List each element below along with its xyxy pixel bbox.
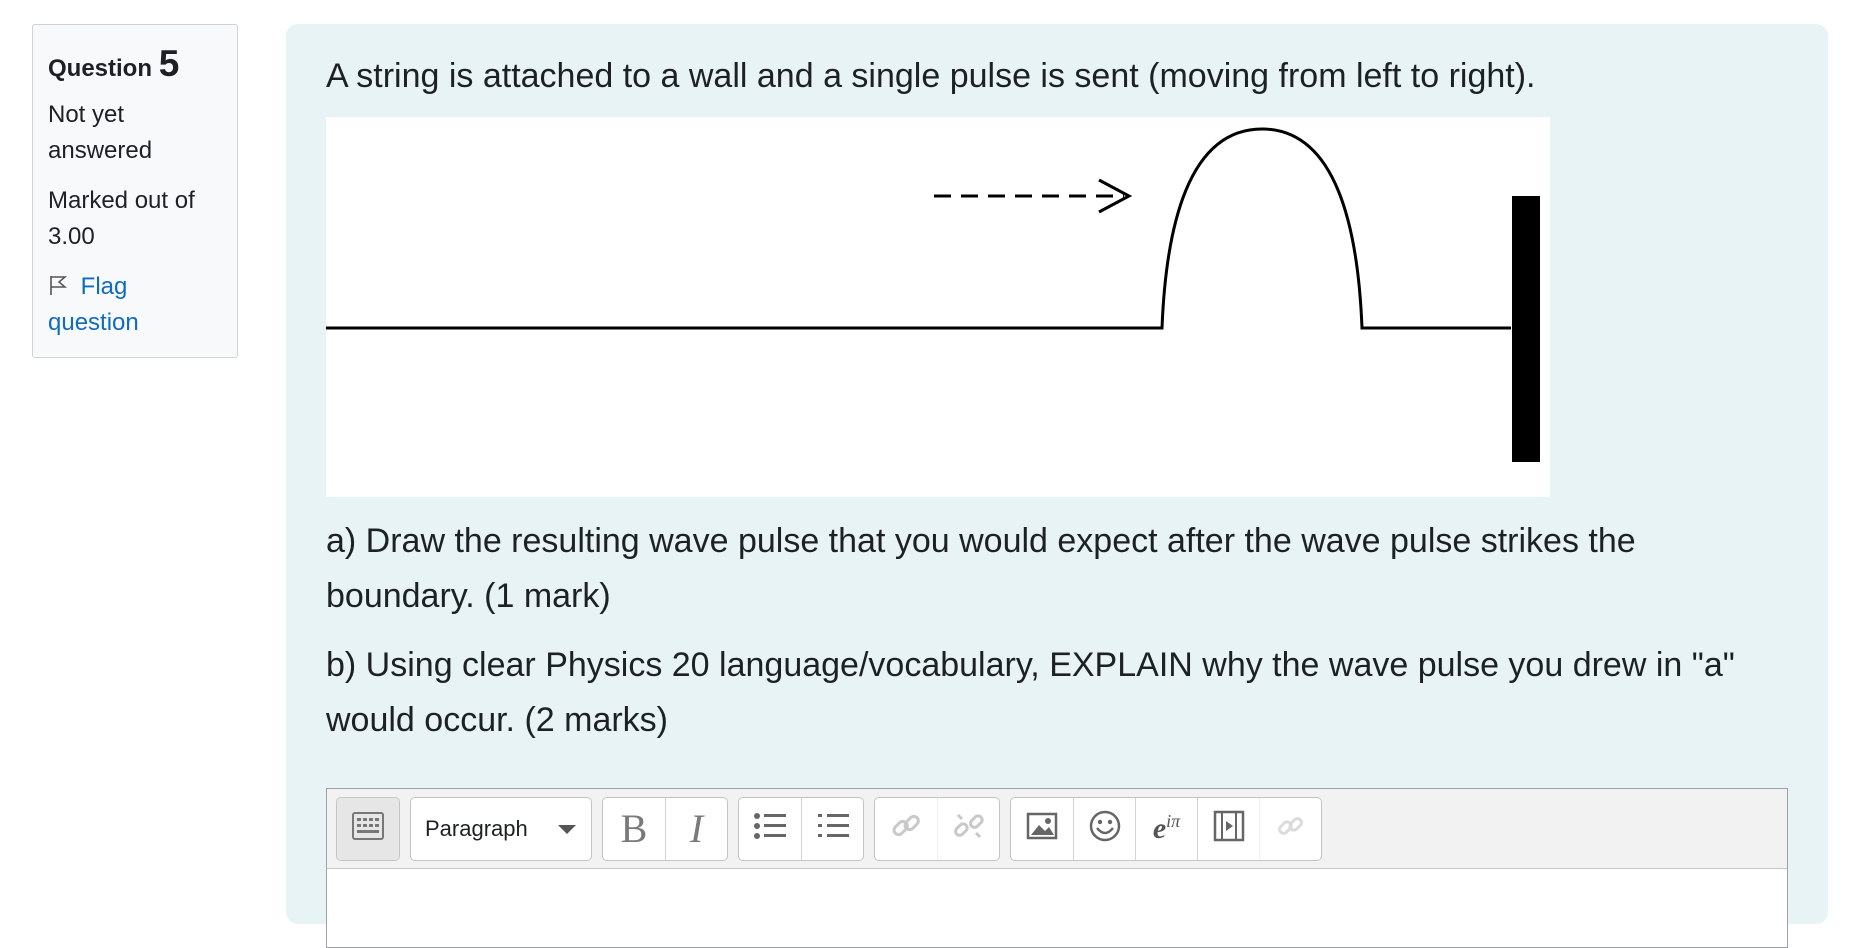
show-more-buttons-icon	[351, 811, 385, 846]
question-label: Question	[48, 55, 153, 82]
media-icon	[1213, 810, 1245, 847]
question-content: A string is attached to a wall and a sin…	[286, 24, 1828, 948]
unordered-list-button[interactable]	[739, 798, 801, 860]
paragraph-style-value: Paragraph	[425, 815, 528, 841]
link-button[interactable]	[875, 798, 937, 860]
flag-question-link[interactable]: Flag question	[48, 269, 222, 341]
paragraph-style-select[interactable]: Paragraph	[411, 798, 591, 860]
ordered-list-icon	[816, 811, 850, 846]
question-number-heading: Question 5	[48, 43, 222, 85]
toolbar-group-lists	[738, 796, 864, 861]
ordered-list-button[interactable]	[801, 797, 863, 860]
part-a-text: a) Draw the resulting wave pulse that yo…	[326, 522, 1636, 615]
question-info-panel: Question 5 Not yet answered Marked out o…	[32, 24, 238, 358]
unlink-button[interactable]	[937, 797, 999, 860]
answer-editor: Paragraph B I eiπ	[326, 788, 1788, 948]
chain-link-icon	[1276, 811, 1306, 846]
insert-emoji-button[interactable]	[1073, 797, 1135, 860]
toolbar-group-insert: eiπ	[1010, 796, 1322, 861]
part-b-text: b) Using clear Physics 20 language/vocab…	[326, 646, 1735, 739]
equation-editor-button[interactable]: eiπ	[1135, 797, 1197, 860]
insert-image-button[interactable]	[1011, 798, 1073, 860]
manage-files-button[interactable]	[1259, 797, 1321, 860]
wall-boundary	[1512, 196, 1540, 462]
editor-toolbar: Paragraph B I eiπ	[327, 789, 1787, 869]
direction-arrow-icon	[934, 178, 1133, 214]
toolbar-group-font: B I	[602, 796, 728, 861]
unlink-icon	[953, 810, 985, 847]
question-text: A string is attached to a wall and a sin…	[326, 57, 1536, 95]
string-with-pulse	[326, 127, 1511, 330]
italic-button[interactable]: I	[665, 797, 727, 860]
flag-icon	[48, 273, 81, 300]
insert-media-button[interactable]	[1197, 797, 1259, 860]
question-number: 5	[158, 43, 180, 84]
question-state: Not yet answered	[48, 101, 153, 164]
toolbar-group-collapse	[336, 796, 400, 861]
bold-icon: B	[620, 806, 648, 851]
toolbar-group-links	[874, 796, 1000, 861]
bold-button[interactable]: B	[603, 798, 665, 860]
toolbar-group-style: Paragraph	[410, 796, 592, 861]
wave-pulse-figure	[326, 117, 1550, 497]
chevron-down-icon	[557, 816, 577, 842]
question-grade: Marked out of 3.00	[48, 187, 195, 250]
link-icon	[890, 810, 922, 847]
equation-icon: eiπ	[1152, 811, 1181, 845]
unordered-list-icon	[753, 811, 787, 846]
italic-icon: I	[689, 806, 704, 851]
image-icon	[1026, 812, 1058, 845]
emoji-icon	[1088, 809, 1122, 848]
toggle-toolbar-button[interactable]	[337, 797, 399, 860]
